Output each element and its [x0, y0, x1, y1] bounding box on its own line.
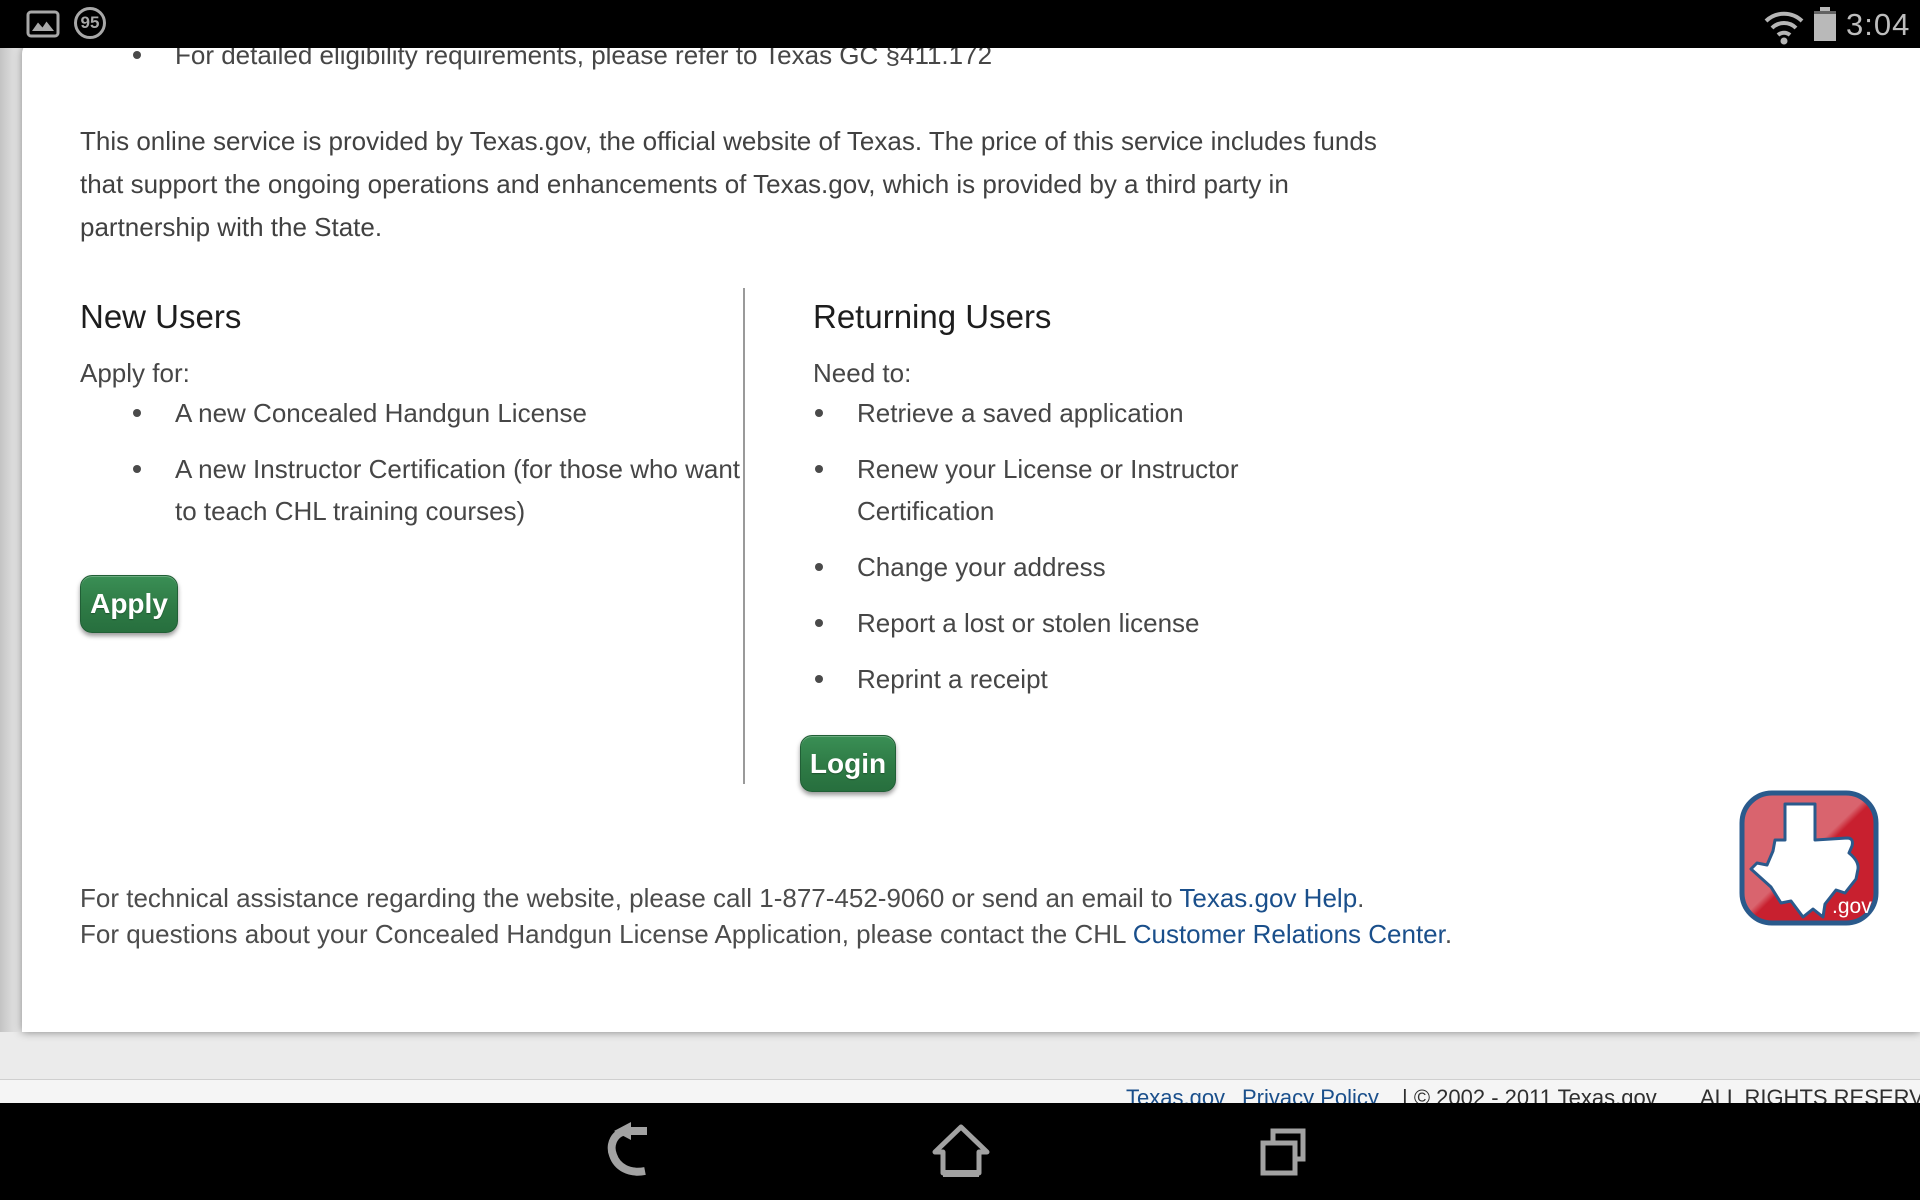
list-item: Renew your License or Instructor Certifi… [813, 448, 1297, 532]
help-line1-text: For technical assistance regarding the w… [80, 883, 1179, 913]
returning-users-list: Retrieve a saved application Renew your … [813, 392, 1297, 714]
recents-button[interactable] [1243, 1117, 1323, 1187]
returning-users-title: Returning Users [813, 296, 1051, 338]
battery-icon [1814, 7, 1836, 41]
home-button[interactable] [921, 1117, 1001, 1187]
new-users-subtitle: Apply for: [80, 352, 190, 394]
service-intro-paragraph: This online service is provided by Texas… [80, 120, 1380, 249]
battery-percent-badge-icon: 95 [74, 7, 106, 39]
list-item: Retrieve a saved application [813, 392, 1297, 434]
list-item: A new Instructor Certification (for thos… [131, 448, 765, 532]
list-item: A new Concealed Handgun License [131, 392, 765, 434]
logo-gov-text: .gov [1832, 895, 1872, 918]
wifi-icon [1760, 8, 1808, 51]
help-line2-text: For questions about your Concealed Handg… [80, 919, 1133, 949]
list-item: Report a lost or stolen license [813, 602, 1297, 644]
texas-gov-help-link[interactable]: Texas.gov Help [1179, 883, 1357, 913]
android-screen: For detailed eligibility requirements, p… [0, 0, 1920, 1200]
help-line1-period: . [1357, 883, 1364, 913]
new-users-title: New Users [80, 296, 241, 338]
new-users-list: A new Concealed Handgun License A new In… [131, 392, 765, 546]
returning-users-subtitle: Need to: [813, 352, 911, 394]
page-background [0, 1032, 1920, 1079]
login-button[interactable]: Login [800, 735, 896, 792]
back-button[interactable] [597, 1117, 677, 1187]
list-item: Change your address [813, 546, 1297, 588]
chl-questions-line: For questions about your Concealed Handg… [80, 916, 1452, 952]
recents-icon [1251, 1123, 1315, 1181]
home-icon [928, 1122, 994, 1182]
texas-gov-logo: .gov [1739, 790, 1879, 926]
technical-assistance-line: For technical assistance regarding the w… [80, 880, 1364, 916]
content-card: For detailed eligibility requirements, p… [22, 40, 1920, 1032]
help-line2-period: . [1445, 919, 1452, 949]
back-icon [601, 1121, 673, 1183]
page-left-gutter [0, 48, 22, 1103]
list-item: Reprint a receipt [813, 658, 1297, 700]
apply-button[interactable]: Apply [80, 575, 178, 633]
column-divider [743, 288, 745, 784]
screenshot-notification-icon [26, 10, 60, 43]
status-bar: 95 3:04 [0, 0, 1920, 48]
status-clock: 3:04 [1846, 7, 1910, 43]
customer-relations-link[interactable]: Customer Relations Center [1133, 919, 1445, 949]
